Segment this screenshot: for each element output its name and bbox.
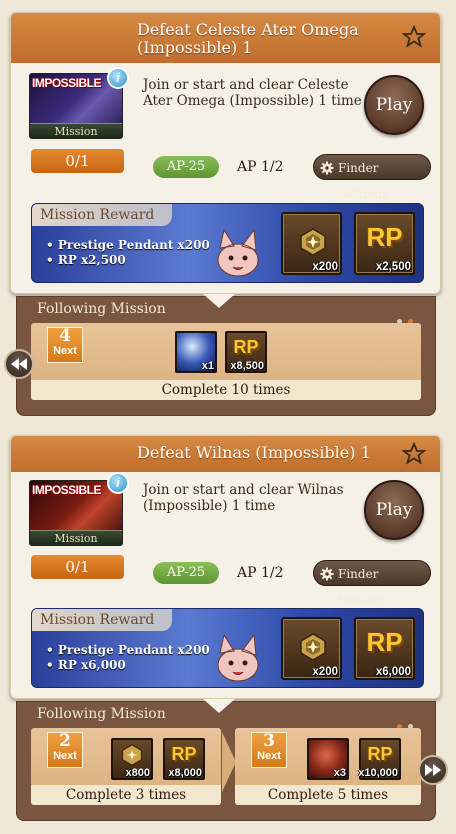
next-label: Next: [53, 345, 77, 357]
complete-text: Complete 3 times: [31, 785, 221, 805]
finder-settings-button[interactable]: Finder Settings: [313, 154, 431, 201]
mascot-icon: [217, 228, 259, 277]
following-step: 2 Next x800 RP x8,000 Complete 3 times: [31, 728, 221, 805]
mission-header: Defeat Celeste Ater Omega (Impossible) 1: [11, 13, 440, 63]
double-chevron-right-icon: [425, 764, 441, 776]
item-quantity: x200: [312, 666, 338, 678]
next-badge: 3 Next: [251, 732, 287, 768]
play-button[interactable]: Play: [364, 480, 424, 540]
thumbnail-label: Mission: [30, 530, 122, 545]
following-mission-title: Following Mission: [37, 706, 166, 722]
gear-icon: [320, 161, 334, 175]
finder-settings-label: Finder Settings: [338, 161, 389, 201]
mission-reward-panel: Mission Reward • Prestige Pendant x200 •…: [31, 608, 424, 688]
reward-line: • Prestige Pendant x200: [46, 643, 210, 657]
next-number: 2: [59, 731, 71, 751]
star-icon[interactable]: [402, 25, 426, 49]
progress-counter: 0/1: [31, 555, 124, 579]
following-item[interactable]: RP x10,000: [358, 738, 401, 780]
reward-list: • Prestige Pendant x200 • RP x6,000: [46, 643, 210, 673]
reward-rp-item[interactable]: RP x6,000: [354, 617, 415, 680]
following-mission-panel-1: Following Mission 4 Next x1 RP x8,500 Co…: [16, 296, 436, 416]
reward-title: Mission Reward: [32, 204, 172, 226]
finder-settings-label: Finder Settings: [338, 567, 389, 607]
reward-rp-item[interactable]: RP x2,500: [354, 212, 415, 275]
pointer-arrow: [203, 699, 235, 713]
prestige-pendant-icon: [121, 744, 143, 766]
progress-counter: 0/1: [31, 149, 124, 173]
rp-icon: RP: [366, 627, 403, 657]
reward-line: • Prestige Pendant x200: [46, 238, 210, 252]
reward-title: Mission Reward: [32, 609, 172, 631]
ap-value: AP 1/2: [237, 565, 284, 581]
complete-text: Complete 5 times: [235, 785, 421, 805]
next-badge: 4 Next: [47, 327, 83, 363]
pointer-arrow: [203, 294, 235, 308]
item-quantity: x8,000: [168, 767, 202, 779]
item-quantity: x1: [201, 360, 214, 372]
chevron-right-icon: [222, 732, 236, 792]
following-step: 4 Next x1 RP x8,500 Complete 10 times: [31, 323, 421, 400]
prestige-pendant-icon: [300, 633, 326, 661]
reward-list: • Prestige Pendant x200 • RP x2,500: [46, 238, 210, 268]
mission-title-line1: Defeat Celeste Ater Omega: [137, 20, 359, 39]
following-item[interactable]: RP x8,500: [225, 331, 267, 373]
mission-title-line2: (Impossible) 1: [137, 38, 253, 57]
ap-value: AP 1/2: [237, 159, 284, 175]
rp-icon: RP: [367, 744, 393, 764]
mission-card-1: Defeat Celeste Ater Omega (Impossible) 1…: [10, 12, 441, 294]
mission-description: Join or start and clear Celeste Ater Ome…: [143, 77, 362, 109]
item-quantity: x2,500: [375, 261, 411, 273]
previous-arrow-button[interactable]: [4, 349, 34, 379]
info-icon[interactable]: i: [107, 472, 129, 494]
reward-line: • RP x2,500: [46, 253, 126, 267]
play-button[interactable]: Play: [364, 75, 424, 135]
following-mission-panel-2: Following Mission 2 Next x800 RP x8,000 …: [16, 701, 436, 821]
impossible-badge: IMPOSSIBLE: [32, 483, 102, 497]
item-quantity: x6,000: [375, 666, 411, 678]
rp-icon: RP: [366, 222, 403, 252]
gear-icon: [320, 567, 334, 581]
mission-card-2: Defeat Wilnas (Impossible) 1 IMPOSSIBLE …: [10, 435, 441, 699]
double-chevron-left-icon: [11, 358, 27, 370]
reward-pendant-item[interactable]: x200: [281, 617, 342, 680]
following-step: 3 Next x3 RP x10,000 Complete 5 times: [235, 728, 421, 805]
following-item[interactable]: x3: [307, 738, 349, 780]
ap-cost-badge: AP-25: [153, 562, 219, 584]
reward-pendant-item[interactable]: x200: [281, 212, 342, 275]
ap-cost-badge: AP-25: [153, 156, 219, 178]
next-label: Next: [53, 750, 77, 762]
info-icon[interactable]: i: [107, 67, 129, 89]
next-number: 4: [59, 326, 71, 346]
following-item[interactable]: RP x8,000: [163, 738, 205, 780]
star-icon[interactable]: [402, 442, 426, 466]
following-item[interactable]: x1: [175, 331, 217, 373]
next-number: 3: [263, 731, 275, 751]
impossible-badge: IMPOSSIBLE: [32, 76, 102, 90]
rp-icon: RP: [233, 337, 259, 357]
next-badge: 2 Next: [47, 732, 83, 768]
mascot-icon: [217, 633, 259, 682]
mission-title: Defeat Wilnas (Impossible) 1: [137, 443, 371, 462]
following-item[interactable]: x800: [111, 738, 153, 780]
thumbnail-label: Mission: [30, 123, 122, 138]
finder-settings-button[interactable]: Finder Settings: [313, 560, 431, 607]
following-mission-title: Following Mission: [37, 301, 166, 317]
item-quantity: x3: [333, 767, 346, 779]
mission-description: Join or start and clear Wilnas (Impossib…: [143, 482, 344, 514]
reward-line: • RP x6,000: [46, 658, 126, 672]
item-quantity: x200: [312, 261, 338, 273]
next-arrow-button[interactable]: [418, 755, 448, 785]
complete-text: Complete 10 times: [31, 380, 421, 400]
item-quantity: x10,000: [358, 767, 398, 779]
item-quantity: x8,500: [230, 360, 264, 372]
mission-reward-panel: Mission Reward • Prestige Pendant x200 •…: [31, 203, 424, 283]
next-label: Next: [257, 750, 281, 762]
rp-icon: RP: [171, 744, 197, 764]
mission-header: Defeat Wilnas (Impossible) 1: [11, 436, 440, 472]
item-quantity: x800: [125, 767, 150, 779]
prestige-pendant-icon: [300, 228, 326, 256]
